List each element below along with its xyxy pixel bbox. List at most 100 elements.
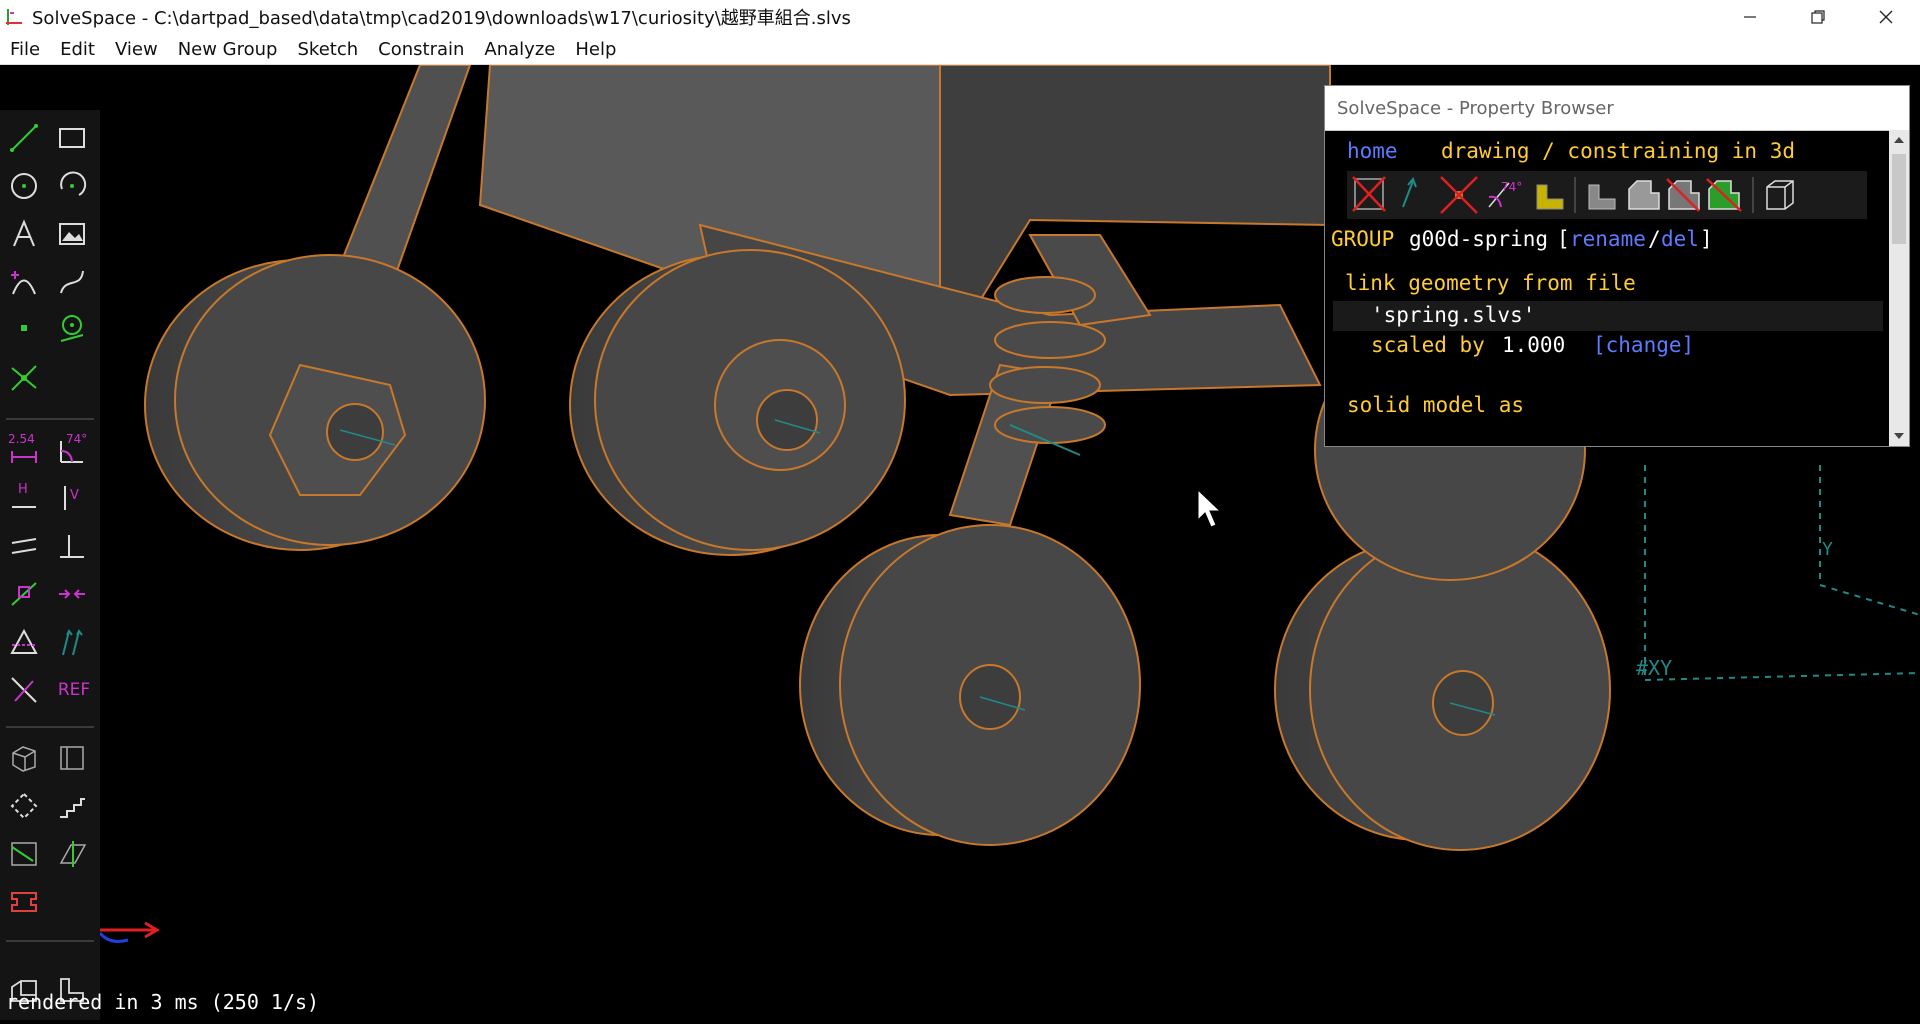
sketch-3d-icon	[12, 746, 36, 772]
link-heading: link geometry from file	[1345, 271, 1636, 295]
solvespace-app-icon	[6, 9, 22, 25]
split-curves-button[interactable]	[6, 360, 42, 396]
supplementary-angle-icon	[11, 677, 37, 703]
link-file-button[interactable]	[6, 884, 42, 920]
step-rotate-icon	[10, 792, 38, 820]
other-supplementary-button[interactable]	[6, 672, 42, 708]
menu-view[interactable]: View	[105, 39, 168, 60]
view-options-bar: 74°	[1347, 171, 1867, 219]
symmetric-icon	[10, 628, 38, 654]
solid-outline-icon	[1628, 180, 1660, 210]
new-sketch-3d-button[interactable]	[6, 740, 42, 776]
spline-tool-button[interactable]	[54, 264, 90, 300]
arc-icon	[60, 171, 87, 196]
normals-icon	[1402, 177, 1417, 208]
menu-sketch[interactable]: Sketch	[288, 39, 369, 60]
close-icon	[1879, 10, 1893, 24]
step-rotating-button[interactable]	[6, 788, 42, 824]
constraints-visibility-icon: 74°	[1488, 180, 1522, 208]
image-tool-button[interactable]	[54, 216, 90, 252]
delete-link[interactable]: del	[1661, 227, 1699, 251]
rectangle-icon	[59, 128, 85, 148]
solid-model-icon	[1588, 184, 1616, 210]
scroll-up-icon[interactable]	[1889, 130, 1909, 150]
icon-angle-label: 74°	[1501, 180, 1522, 194]
assemble-icon	[11, 892, 37, 912]
text-tool-button[interactable]	[6, 216, 42, 252]
minimize-button[interactable]	[1716, 0, 1784, 34]
mesh-icon	[1706, 178, 1742, 212]
arc-tool-button[interactable]	[54, 168, 90, 204]
horizontal-label: H	[18, 482, 28, 497]
solid-model-label: solid model as	[1347, 393, 1525, 417]
rectangle-tool-button[interactable]	[54, 120, 90, 156]
symmetric-constraint-button[interactable]	[6, 624, 42, 660]
spline-icon	[60, 270, 84, 294]
change-scale-link[interactable]: [change]	[1593, 333, 1694, 357]
property-browser-title: SolveSpace - Property Browser	[1325, 86, 1909, 131]
section-plane-icon	[59, 841, 87, 867]
group-slash: /	[1648, 227, 1661, 251]
line-tool-button[interactable]	[6, 120, 42, 156]
perpendicular-icon	[60, 535, 84, 558]
perspective-cube-icon	[1766, 180, 1794, 210]
tangent-arc-tool-button[interactable]	[6, 264, 42, 300]
vertical-constraint-button[interactable]: V	[54, 480, 90, 516]
scroll-thumb[interactable]	[1892, 154, 1906, 244]
restore-icon	[1811, 10, 1825, 24]
text-icon	[13, 219, 35, 247]
points-visibility-icon	[1440, 176, 1478, 214]
tangent-arc-icon	[11, 271, 36, 295]
step-translating-button[interactable]	[54, 788, 90, 824]
home-link[interactable]: home	[1347, 139, 1398, 163]
image-icon	[59, 223, 85, 245]
mouse-cursor-icon	[1197, 488, 1222, 528]
window-controls	[1716, 0, 1920, 34]
horizontal-constraint-button[interactable]: H	[6, 480, 42, 516]
hidden-lines-icon	[1666, 178, 1700, 212]
reference-toggle-button[interactable]: REF	[54, 672, 94, 708]
close-button[interactable]	[1852, 0, 1920, 34]
parallel-constraint-button[interactable]	[6, 528, 42, 564]
scale-value: 1.000	[1502, 333, 1566, 357]
scaled-label: scaled by	[1371, 333, 1485, 357]
orientation-arrows-icon	[62, 629, 83, 656]
new-sketch-workplane-button[interactable]	[54, 740, 90, 776]
circle-tool-button[interactable]	[6, 168, 42, 204]
same-orientation-button[interactable]	[54, 624, 90, 660]
property-browser-scrollbar[interactable]	[1889, 130, 1909, 446]
menu-help[interactable]: Help	[565, 39, 626, 60]
scroll-down-icon[interactable]	[1889, 426, 1909, 446]
midpoint-constraint-button[interactable]	[54, 576, 90, 612]
menu-analyze[interactable]: Analyze	[474, 39, 565, 60]
menu-file[interactable]: File	[0, 39, 50, 60]
window-title: SolveSpace - C:\dartpad_based\data\tmp\c…	[32, 8, 851, 29]
on-point-constraint-button[interactable]	[6, 576, 42, 612]
view-options-icons: 74°	[1352, 176, 1794, 214]
menu-constrain[interactable]: Constrain	[368, 39, 474, 60]
wheel-front-left	[799, 524, 1141, 846]
group-keyword: GROUP	[1331, 227, 1395, 251]
angle-constraint-button[interactable]: 74°	[54, 432, 90, 468]
sketch-workplane-icon	[60, 746, 84, 770]
rename-link[interactable]: rename	[1570, 227, 1646, 251]
toolbar-separator	[6, 940, 94, 942]
section-plane-button[interactable]	[54, 836, 90, 872]
restore-button[interactable]	[1784, 0, 1852, 34]
ref-label: REF	[57, 680, 91, 700]
point-tool-button[interactable]	[6, 310, 42, 346]
workplane-y-label: Y	[1822, 539, 1833, 560]
workplane-plane-icon	[11, 842, 37, 866]
workplane-tool-button[interactable]	[54, 310, 90, 346]
workplane-xy-label: #XY	[1636, 656, 1672, 680]
menu-edit[interactable]: Edit	[50, 39, 105, 60]
menu-new-group[interactable]: New Group	[168, 39, 288, 60]
circle-icon	[11, 173, 37, 199]
group-bracket-open: [	[1557, 227, 1570, 251]
on-point-icon	[11, 582, 37, 606]
step-translate-icon	[60, 798, 85, 818]
perpendicular-constraint-button[interactable]	[54, 528, 90, 564]
new-workplane-button[interactable]	[6, 836, 42, 872]
distance-constraint-button[interactable]: 2.54	[6, 432, 42, 468]
minimize-icon	[1744, 16, 1756, 18]
